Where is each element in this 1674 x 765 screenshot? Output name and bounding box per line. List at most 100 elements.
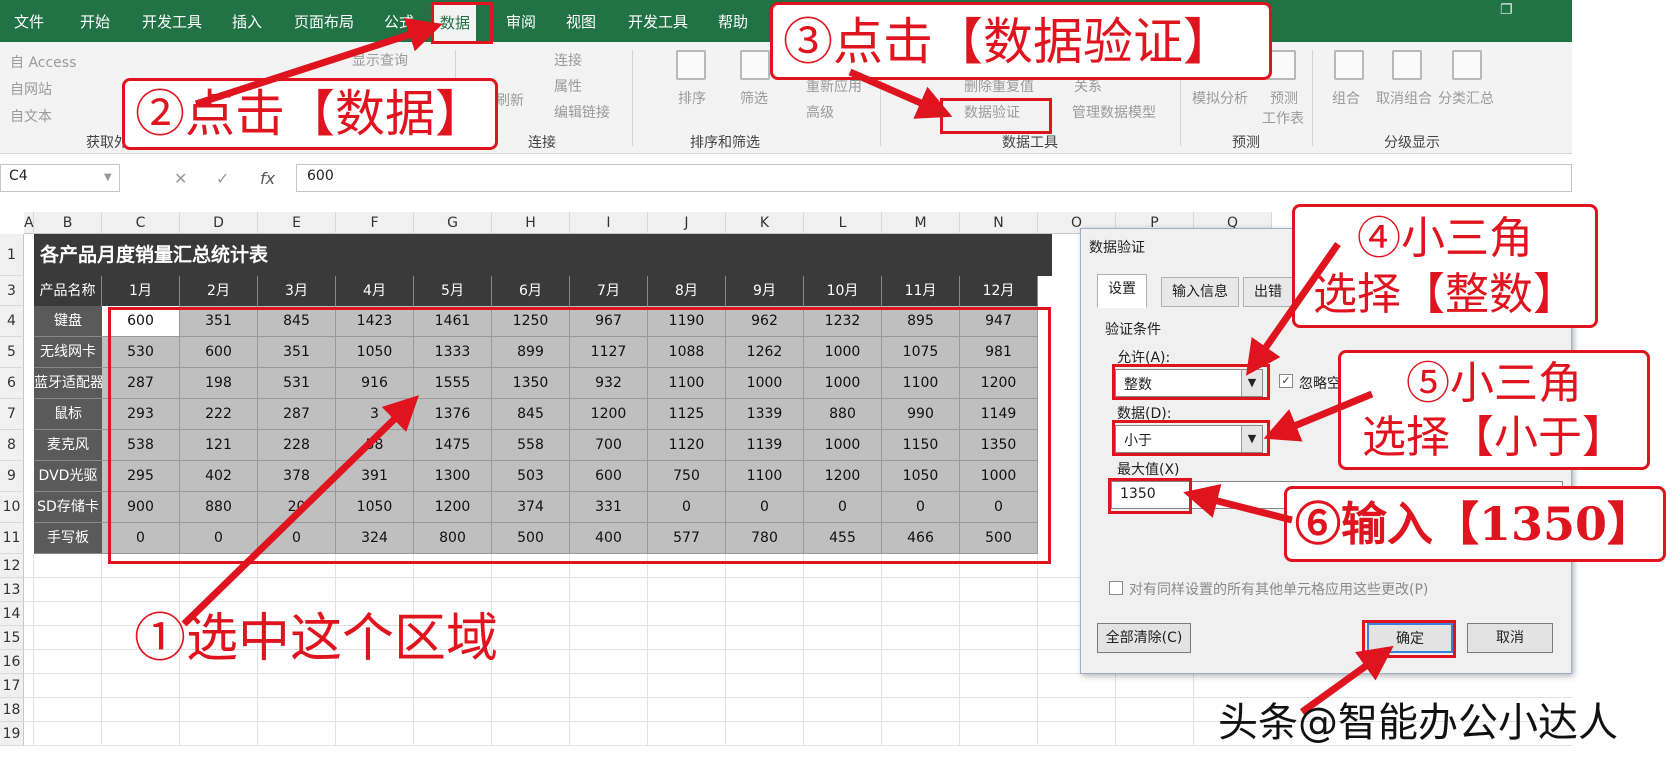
header-month[interactable]: 12月 — [960, 276, 1038, 306]
formula-input[interactable]: 600 — [296, 164, 1572, 192]
enter-icon[interactable]: ✓ — [216, 169, 229, 188]
column-header[interactable]: H — [492, 212, 570, 234]
row-header[interactable]: 8 — [0, 430, 24, 461]
ribbon-from-text[interactable]: 自文本 — [10, 106, 52, 126]
tab-view[interactable]: 视图 — [566, 0, 596, 42]
header-month[interactable]: 3月 — [258, 276, 336, 306]
tab-help[interactable]: 帮助 — [718, 0, 748, 42]
header-month[interactable]: 7月 — [570, 276, 648, 306]
name-box[interactable]: C4 — [0, 164, 120, 192]
column-header[interactable]: D — [180, 212, 258, 234]
group-icon[interactable] — [1334, 50, 1364, 80]
ribbon-what-if[interactable]: 模拟分析 — [1192, 88, 1248, 108]
column-header[interactable]: N — [960, 212, 1038, 234]
ribbon-show-queries[interactable]: 显示查询 — [352, 50, 408, 70]
dialog-tab-settings[interactable]: 设置 — [1097, 274, 1147, 308]
row-header[interactable]: 4 — [0, 306, 24, 337]
ribbon-group[interactable]: 组合 — [1332, 88, 1360, 108]
row-header[interactable]: 5 — [0, 337, 24, 368]
name-box-dropdown-icon[interactable]: ▼ — [104, 172, 112, 183]
header-month[interactable]: 2月 — [180, 276, 258, 306]
row-header[interactable]: 1 — [0, 234, 24, 276]
column-header[interactable]: M — [882, 212, 960, 234]
ribbon-properties[interactable]: 属性 — [554, 76, 582, 96]
header-month[interactable]: 5月 — [414, 276, 492, 306]
ribbon-connections[interactable]: 连接 — [554, 50, 582, 70]
product-name-cell[interactable]: 无线网卡 — [34, 337, 102, 368]
tab-formulas[interactable]: 公式 — [384, 0, 414, 42]
column-header[interactable]: F — [336, 212, 414, 234]
ribbon-refresh[interactable]: 刷新 — [496, 90, 524, 110]
tab-developer-2[interactable]: 开发工具 — [628, 0, 688, 42]
cancel-icon[interactable]: ✕ — [174, 169, 187, 188]
row-header[interactable]: 7 — [0, 399, 24, 430]
insert-function-icon[interactable]: fx — [260, 169, 275, 188]
subtotal-icon[interactable] — [1452, 50, 1482, 80]
ungroup-icon[interactable] — [1392, 50, 1422, 80]
tab-page-layout[interactable]: 页面布局 — [294, 0, 354, 42]
row-header[interactable]: 12 — [0, 554, 24, 578]
header-month[interactable]: 10月 — [804, 276, 882, 306]
product-name-cell[interactable]: 键盘 — [34, 306, 102, 337]
product-name-cell[interactable]: 麦克风 — [34, 430, 102, 461]
header-product-name[interactable]: 产品名称 — [34, 276, 102, 306]
ribbon-sort[interactable]: 排序 — [678, 88, 706, 108]
dialog-tab-error-alert[interactable]: 出错 — [1243, 277, 1293, 307]
row-header[interactable]: 16 — [0, 650, 24, 674]
header-month[interactable]: 8月 — [648, 276, 726, 306]
column-header[interactable]: B — [34, 212, 102, 234]
product-name-cell[interactable]: SD存储卡 — [34, 492, 102, 523]
tab-insert[interactable]: 插入 — [232, 0, 262, 42]
ribbon-manage-data-model[interactable]: 管理数据模型 — [1072, 102, 1156, 122]
column-header[interactable]: E — [258, 212, 336, 234]
ignore-blank-checkbox[interactable]: ✓ — [1279, 374, 1293, 388]
ribbon-forecast-sheet[interactable]: 工作表 — [1262, 108, 1304, 128]
row-header[interactable]: 6 — [0, 368, 24, 399]
tab-review[interactable]: 审阅 — [506, 0, 536, 42]
header-month[interactable]: 4月 — [336, 276, 414, 306]
row-header[interactable]: 18 — [0, 698, 24, 722]
ribbon-subtotal[interactable]: 分类汇总 — [1438, 88, 1494, 108]
ribbon-forecast[interactable]: 预测 — [1270, 88, 1298, 108]
clear-all-button[interactable]: 全部清除(C) — [1097, 623, 1191, 653]
ribbon-ungroup[interactable]: 取消组合 — [1376, 88, 1432, 108]
ribbon-from-web[interactable]: 自网站 — [10, 79, 52, 99]
header-month[interactable]: 9月 — [726, 276, 804, 306]
product-name-cell[interactable]: DVD光驱 — [34, 461, 102, 492]
header-month[interactable]: 6月 — [492, 276, 570, 306]
row-header[interactable]: 15 — [0, 626, 24, 650]
header-month[interactable]: 11月 — [882, 276, 960, 306]
row-header[interactable]: 14 — [0, 602, 24, 626]
product-name-cell[interactable]: 鼠标 — [34, 399, 102, 430]
row-header[interactable]: 3 — [0, 276, 24, 306]
row-header[interactable]: 11 — [0, 523, 24, 554]
ribbon-filter[interactable]: 筛选 — [740, 88, 768, 108]
column-header[interactable]: J — [648, 212, 726, 234]
row-header[interactable]: 13 — [0, 578, 24, 602]
product-name-cell[interactable]: 蓝牙适配器 — [34, 368, 102, 399]
column-header[interactable]: I — [570, 212, 648, 234]
tab-file[interactable]: 文件 — [14, 0, 44, 42]
ribbon-from-access[interactable]: 自 Access — [10, 52, 76, 72]
ribbon-advanced[interactable]: 高级 — [806, 102, 834, 122]
restore-window-icon[interactable]: ❐ — [1500, 2, 1513, 18]
filter-icon[interactable] — [740, 50, 770, 80]
apply-all-checkbox[interactable] — [1109, 581, 1123, 595]
row-header[interactable]: 10 — [0, 492, 24, 523]
sort-az-icon[interactable] — [676, 50, 706, 80]
row-header[interactable]: 19 — [0, 722, 24, 746]
row-header[interactable]: 9 — [0, 461, 24, 492]
tab-developer[interactable]: 开发工具 — [142, 0, 202, 42]
header-month[interactable]: 1月 — [102, 276, 180, 306]
sheet-title[interactable]: 各产品月度销量汇总统计表 — [34, 234, 1052, 276]
ribbon-edit-links[interactable]: 编辑链接 — [554, 102, 610, 122]
dialog-tab-input-message[interactable]: 输入信息 — [1161, 277, 1239, 307]
column-header[interactable]: L — [804, 212, 882, 234]
column-header[interactable]: G — [414, 212, 492, 234]
column-header[interactable]: K — [726, 212, 804, 234]
cancel-button[interactable]: 取消 — [1467, 623, 1553, 653]
column-header[interactable]: A — [24, 212, 34, 234]
row-header[interactable]: 17 — [0, 674, 24, 698]
product-name-cell[interactable]: 手写板 — [34, 523, 102, 554]
column-header[interactable]: C — [102, 212, 180, 234]
